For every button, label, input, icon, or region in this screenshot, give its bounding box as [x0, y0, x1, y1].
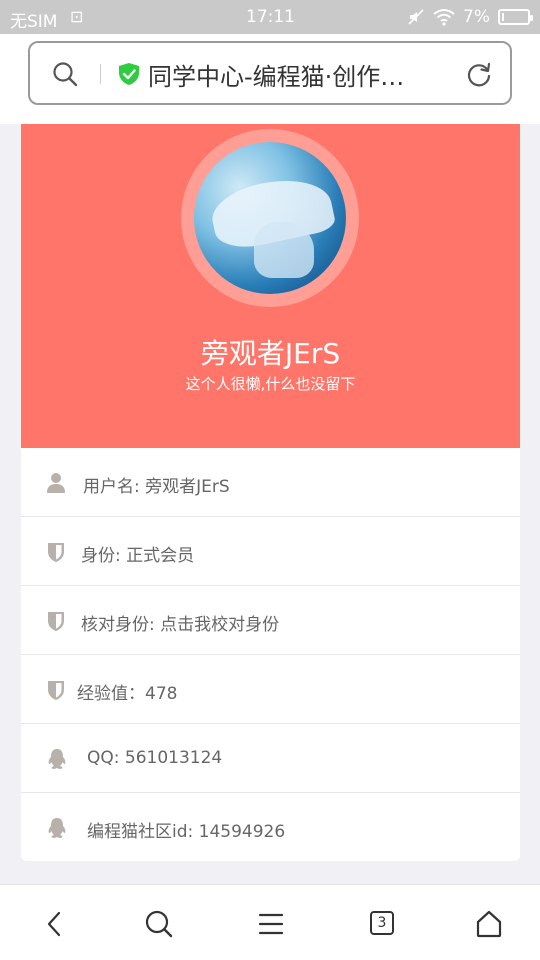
- divider: [100, 64, 101, 84]
- home-icon[interactable]: [474, 909, 504, 939]
- search-icon[interactable]: [52, 61, 78, 87]
- profile-motto: 这个人很懒,什么也没留下: [185, 375, 356, 393]
- status-bar: 无SIM ⊡ 17:11 7%: [0, 0, 540, 34]
- address-bar[interactable]: 同学中心-编程猫·创作…: [28, 41, 512, 105]
- battery-icon: [498, 9, 533, 25]
- screenshot-icon: ⊡: [70, 7, 84, 26]
- menu-icon[interactable]: [256, 909, 286, 939]
- info-item-text: QQ: 561013124: [87, 748, 223, 768]
- qq-icon: [48, 818, 66, 838]
- secure-shield-icon: [119, 63, 139, 85]
- info-item-text: 用户名: 旁观者JErS: [83, 477, 230, 497]
- profile-header: 旁观者JErS 这个人很懒,什么也没留下: [21, 124, 520, 448]
- search-icon[interactable]: [144, 909, 174, 939]
- info-item-qq[interactable]: QQ: 561013124: [21, 724, 520, 793]
- avatar[interactable]: [194, 142, 346, 294]
- shield-icon: [48, 612, 64, 631]
- info-item-verify[interactable]: 核对身份: 点击我校对身份: [21, 586, 520, 655]
- back-icon[interactable]: [40, 909, 70, 939]
- info-item-text: 编程猫社区id: 14594926: [87, 822, 286, 842]
- info-item-experience[interactable]: 经验值：478: [21, 655, 520, 724]
- info-item-identity[interactable]: 身份: 正式会员: [21, 517, 520, 586]
- info-item-text: 经验值：478: [77, 684, 178, 704]
- wifi-icon: [433, 9, 455, 26]
- page-title[interactable]: 同学中心-编程猫·创作…: [148, 57, 448, 92]
- carrier-label: 无SIM: [10, 12, 58, 32]
- tabs-button[interactable]: 3: [370, 911, 394, 935]
- browser-bottom-nav: 3: [0, 884, 540, 960]
- verify-identity-link[interactable]: 核对身份: 点击我校对身份: [81, 610, 279, 635]
- profile-info-list: 用户名: 旁观者JErS 身份: 正式会员 核对身份: 点击我校对身份 经验值：…: [21, 448, 520, 861]
- qq-icon: [48, 749, 66, 769]
- battery-percent: 7%: [463, 7, 490, 27]
- clock: 17:11: [246, 7, 295, 27]
- reload-icon[interactable]: [466, 61, 492, 87]
- shield-icon: [48, 681, 64, 700]
- profile-nickname: 旁观者JErS: [200, 337, 341, 370]
- user-icon: [47, 473, 65, 493]
- info-item-community-id[interactable]: 编程猫社区id: 14594926: [21, 793, 520, 862]
- browser-toolbar: 同学中心-编程猫·创作…: [0, 34, 540, 124]
- shield-icon: [48, 543, 64, 562]
- info-item-text: 身份: 正式会员: [81, 546, 195, 566]
- mute-icon: [408, 9, 424, 25]
- avatar-ring: [181, 129, 359, 307]
- info-item-username[interactable]: 用户名: 旁观者JErS: [21, 448, 520, 517]
